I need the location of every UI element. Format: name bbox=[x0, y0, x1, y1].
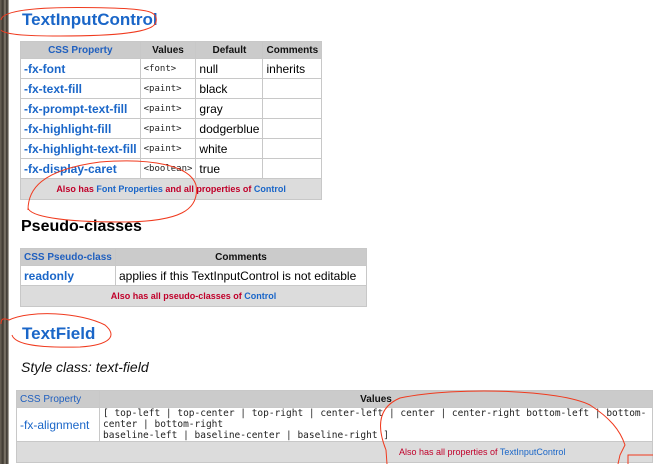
inherited-properties-note: Also has all properties of TextInputCont… bbox=[16, 441, 653, 463]
header-default: Default bbox=[195, 41, 264, 59]
header-values: Values bbox=[139, 41, 197, 59]
pseudo-classes-heading: Pseudo-classes bbox=[21, 218, 142, 235]
property-default: true bbox=[195, 158, 264, 179]
property-link[interactable]: -fx-highlight-fill bbox=[20, 118, 141, 139]
property-comments bbox=[262, 158, 323, 179]
table-row: -fx-display-caret <boolean> true bbox=[20, 158, 323, 179]
property-comments bbox=[262, 138, 323, 159]
inherited-properties-note: Also has Font Properties and all propert… bbox=[19, 178, 323, 200]
property-values: <paint> bbox=[139, 118, 197, 139]
font-properties-link[interactable]: Font Properties bbox=[96, 184, 163, 194]
control-link[interactable]: Control bbox=[244, 291, 276, 301]
property-comments: inherits bbox=[262, 58, 323, 79]
section-title-textfield: TextField bbox=[22, 324, 96, 343]
table-row: -fx-text-fill <paint> black bbox=[20, 78, 323, 99]
inherited-pseudo-classes-note: Also has all pseudo-classes of Control bbox=[20, 285, 367, 307]
property-default: dodgerblue bbox=[195, 118, 264, 139]
property-link[interactable]: -fx-font bbox=[20, 58, 141, 79]
table-header-row: CSS Property Values bbox=[16, 390, 653, 408]
table-header-row: CSS Property Values Default Comments bbox=[20, 41, 323, 59]
property-default: gray bbox=[195, 98, 264, 119]
property-comments bbox=[262, 118, 323, 139]
pseudo-class-link[interactable]: readonly bbox=[20, 265, 116, 286]
values-line: [ top-left | top-center | top-right | ce… bbox=[103, 408, 647, 430]
table-footer-row: Also has all properties of TextInputCont… bbox=[16, 441, 653, 463]
property-comments bbox=[262, 98, 323, 119]
header-css-property: CSS Property bbox=[16, 390, 100, 408]
control-link[interactable]: Control bbox=[254, 184, 286, 194]
property-link[interactable]: -fx-prompt-text-fill bbox=[20, 98, 141, 119]
properties-table-textinputcontrol: CSS Property Values Default Comments -fx… bbox=[19, 41, 323, 200]
footer-text: Also has all properties of bbox=[399, 447, 500, 457]
footer-text: Also has all pseudo-classes of bbox=[110, 291, 245, 301]
property-default: null bbox=[195, 58, 264, 79]
textinputcontrol-link[interactable]: TextInputControl bbox=[500, 447, 566, 457]
table-footer-row: Also has Font Properties and all propert… bbox=[19, 178, 323, 200]
table-row: -fx-prompt-text-fill <paint> gray bbox=[20, 98, 323, 119]
section-title-textinputcontrol: TextInputControl bbox=[22, 10, 158, 29]
property-link[interactable]: -fx-display-caret bbox=[20, 158, 141, 179]
values-line: baseline-left | baseline-center | baseli… bbox=[103, 430, 389, 441]
table-header-row: CSS Pseudo-class Comments bbox=[20, 248, 367, 266]
property-values: <paint> bbox=[139, 138, 197, 159]
table-row: -fx-font <font> null inherits bbox=[20, 58, 323, 79]
properties-table-textfield: CSS Property Values -fx-alignment [ top-… bbox=[16, 390, 653, 463]
property-values: [ top-left | top-center | top-right | ce… bbox=[99, 407, 653, 442]
property-default: white bbox=[195, 138, 264, 159]
style-class-label: Style class: text-field bbox=[21, 359, 149, 375]
header-comments: Comments bbox=[262, 41, 323, 59]
footer-text: and all properties of bbox=[162, 184, 254, 194]
property-link[interactable]: -fx-alignment bbox=[16, 407, 100, 442]
property-values: <paint> bbox=[139, 98, 197, 119]
pseudo-classes-table: CSS Pseudo-class Comments readonly applie… bbox=[20, 248, 367, 307]
table-row: -fx-highlight-text-fill <paint> white bbox=[20, 138, 323, 159]
table-footer-row: Also has all pseudo-classes of Control bbox=[20, 285, 367, 307]
property-comments bbox=[262, 78, 323, 99]
footer-text: Also has bbox=[56, 184, 97, 194]
property-default: black bbox=[195, 78, 264, 99]
property-link[interactable]: -fx-highlight-text-fill bbox=[20, 138, 141, 159]
property-link[interactable]: -fx-text-fill bbox=[20, 78, 141, 99]
header-css-pseudo-class: CSS Pseudo-class bbox=[20, 248, 116, 266]
table-row: readonly applies if this TextInputControl… bbox=[20, 265, 367, 286]
header-values: Values bbox=[99, 390, 653, 408]
header-comments: Comments bbox=[115, 248, 367, 266]
table-row: -fx-alignment [ top-left | top-center | … bbox=[16, 407, 653, 442]
property-values: <paint> bbox=[139, 78, 197, 99]
property-values: <font> bbox=[139, 58, 197, 79]
pseudo-class-comments: applies if this TextInputControl is not … bbox=[115, 265, 367, 286]
window-left-border bbox=[0, 0, 9, 464]
property-values: <boolean> bbox=[139, 158, 197, 179]
header-css-property: CSS Property bbox=[20, 41, 141, 59]
table-row: -fx-highlight-fill <paint> dodgerblue bbox=[20, 118, 323, 139]
